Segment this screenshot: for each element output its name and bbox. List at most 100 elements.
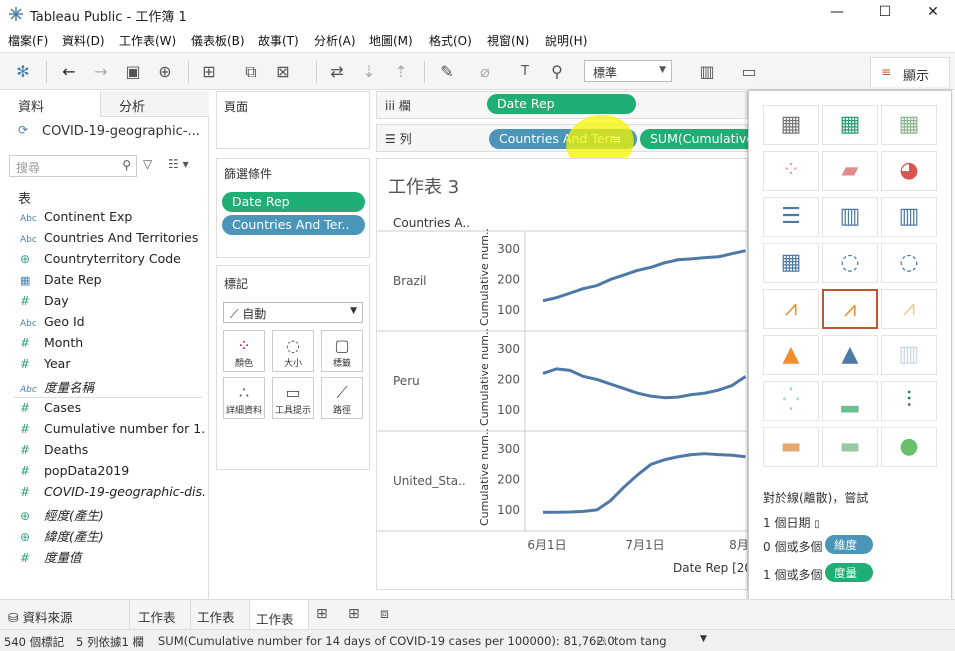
undo-icon[interactable]: ←: [58, 61, 80, 83]
new-worksheet-icon[interactable]: ⊞: [198, 61, 220, 83]
field-month[interactable]: # Month: [20, 335, 206, 353]
field-measure-values[interactable]: # 度量值: [20, 547, 206, 565]
showme-scatter-plot[interactable]: ⁛: [763, 381, 819, 421]
field-date-rep[interactable]: ▦ Date Rep: [20, 272, 206, 290]
menu-data[interactable]: 資料(D): [62, 32, 105, 49]
field-cumulative-number[interactable]: # Cumulative number for 1...: [20, 421, 206, 439]
menu-analysis[interactable]: 分析(A): [314, 32, 356, 49]
tab-data[interactable]: 資料: [0, 91, 100, 117]
menu-help[interactable]: 說明(H): [545, 32, 587, 49]
search-input[interactable]: 搜尋 ⚲: [9, 155, 137, 177]
color-button[interactable]: ⁘ 顏色: [223, 330, 265, 372]
showme-highlight-table[interactable]: ▦: [822, 105, 878, 145]
minimize-button[interactable]: —: [822, 4, 852, 24]
showme-treemap[interactable]: ▦: [763, 243, 819, 283]
presentation-icon[interactable]: ▭: [738, 61, 760, 83]
showme-stacked-bar[interactable]: ▥: [822, 197, 878, 237]
user-dropdown-icon[interactable]: ▼: [700, 634, 707, 644]
showme-symbol-map[interactable]: ⁘: [763, 151, 819, 191]
field-cases[interactable]: # Cases: [20, 400, 206, 418]
showme-filled-map[interactable]: ▰: [822, 151, 878, 191]
rows-shelf[interactable]: ☰ 列 Countries And Terr.. SUM(Cumulative: [376, 124, 760, 152]
showme-horizontal-bar[interactable]: ☰: [763, 197, 819, 237]
columns-pill-date-rep[interactable]: Date Rep: [487, 94, 636, 114]
new-sheet-icon[interactable]: ⊞: [316, 606, 328, 622]
showme-histogram[interactable]: ▂: [822, 381, 878, 421]
tooltip-button[interactable]: ▭ 工具提示: [272, 377, 314, 419]
showme-pie-chart[interactable]: ◕: [881, 151, 937, 191]
size-button[interactable]: ◌ 大小: [272, 330, 314, 372]
field-continent-exp[interactable]: Abc Continent Exp: [20, 209, 206, 227]
menu-dashboard[interactable]: 儀表板(B): [191, 32, 245, 49]
label-button[interactable]: ▢ 標籤: [321, 330, 363, 372]
field-latitude[interactable]: ⊕ 緯度(產生): [20, 526, 206, 544]
path-button[interactable]: ⟋ 路徑: [321, 377, 363, 419]
mark-type-dropdown[interactable]: ⟋ 自動 ▼: [223, 302, 363, 323]
showme-area-continuous[interactable]: ▲: [763, 335, 819, 375]
showme-side-by-side-bar[interactable]: ▥: [881, 197, 937, 237]
menu-file[interactable]: 檔案(F): [8, 32, 48, 49]
tab-datasource[interactable]: ⛁ 資料來源: [0, 600, 130, 630]
tab-sheet-2[interactable]: 工作表 2: [191, 600, 250, 641]
field-popdata2019[interactable]: # popData2019: [20, 463, 206, 481]
showme-area-discrete[interactable]: ▲: [822, 335, 878, 375]
show-me-button[interactable]: ≡ 顯示: [870, 57, 950, 87]
close-button[interactable]: ✕: [918, 4, 948, 24]
status-user[interactable]: tom tang: [614, 634, 667, 648]
fit-dropdown[interactable]: 標準 ▼: [584, 60, 672, 82]
showme-dual-line[interactable]: ⩘: [881, 289, 937, 329]
duplicate-sheet-icon[interactable]: ⧉: [240, 61, 262, 83]
menu-format[interactable]: 格式(O): [429, 32, 472, 49]
pin-icon[interactable]: ⚲: [546, 61, 568, 83]
pages-card[interactable]: 頁面: [216, 91, 370, 149]
menu-worksheet[interactable]: 工作表(W): [119, 32, 176, 49]
columns-shelf[interactable]: iii 欄 Date Rep: [376, 91, 748, 119]
new-dashboard-icon[interactable]: ⊞: [348, 606, 360, 622]
menu-story[interactable]: 故事(T): [258, 32, 299, 49]
field-geo-id[interactable]: Abc Geo Id: [20, 314, 206, 332]
save-icon[interactable]: ▣: [122, 61, 144, 83]
showme-heat-map[interactable]: ▦: [881, 105, 937, 145]
field-countries-and-territories[interactable]: Abc Countries And Territories: [20, 230, 206, 248]
tableau-home-icon[interactable]: ✻: [12, 61, 34, 83]
sort-desc-icon[interactable]: ⇡: [390, 61, 412, 83]
sort-asc-icon[interactable]: ⇣: [358, 61, 380, 83]
showme-line-discrete[interactable]: ⩘: [822, 289, 878, 329]
redo-icon[interactable]: →: [90, 61, 112, 83]
clear-sheet-icon[interactable]: ⊠: [272, 61, 294, 83]
view-options-icon[interactable]: ☷ ▾: [168, 157, 189, 171]
showme-bullet-graph[interactable]: ▬: [822, 427, 878, 467]
field-measure-names[interactable]: Abc 度量名稱: [20, 377, 206, 395]
swap-icon[interactable]: ⇄: [326, 61, 348, 83]
showme-gantt-chart[interactable]: ▬: [763, 427, 819, 467]
tab-sheet-1[interactable]: 工作表 1: [132, 600, 191, 641]
filter-pill-date-rep[interactable]: Date Rep: [222, 192, 365, 212]
showme-text-table[interactable]: ▦: [763, 105, 819, 145]
showme-dual-combination[interactable]: ▥: [881, 335, 937, 375]
group-icon[interactable]: ⌀: [474, 61, 496, 83]
rows-pill-sum-cumulative[interactable]: SUM(Cumulative: [640, 129, 760, 149]
tab-analytics[interactable]: 分析: [100, 91, 209, 117]
field-deaths[interactable]: # Deaths: [20, 442, 206, 460]
field-longitude[interactable]: ⊕ 經度(產生): [20, 505, 206, 523]
highlight-icon[interactable]: ✎: [436, 61, 458, 83]
field-count[interactable]: # COVID-19-geographic-dis...: [20, 484, 206, 502]
filter-pill-countries[interactable]: Countries And Ter..: [222, 215, 365, 235]
menu-window[interactable]: 視窗(N): [487, 32, 529, 49]
labels-icon[interactable]: T: [514, 61, 536, 83]
menu-map[interactable]: 地圖(M): [369, 32, 413, 49]
showme-packed-bubbles[interactable]: ●: [881, 427, 937, 467]
datasource-name[interactable]: COVID-19-geographic-...: [42, 124, 200, 139]
filters-card[interactable]: 篩選條件 Date Rep Countries And Ter..: [216, 158, 370, 258]
detail-button[interactable]: ∴ 詳細資料: [223, 377, 265, 419]
showme-circle-view[interactable]: ◌: [822, 243, 878, 283]
maximize-button[interactable]: ☐: [870, 4, 900, 24]
tab-sheet-3[interactable]: 工作表 3: [250, 600, 309, 643]
showme-side-by-side-circle[interactable]: ◌: [881, 243, 937, 283]
filter-icon[interactable]: ▽: [143, 157, 152, 171]
showme-box-whisker[interactable]: ⫶: [881, 381, 937, 421]
field-countryterritory-code[interactable]: ⊕ Countryterritory Code: [20, 251, 206, 269]
showme-line-continuous[interactable]: ⩘: [763, 289, 819, 329]
new-story-icon[interactable]: ⧈: [380, 606, 389, 622]
field-day[interactable]: # Day: [20, 293, 206, 311]
